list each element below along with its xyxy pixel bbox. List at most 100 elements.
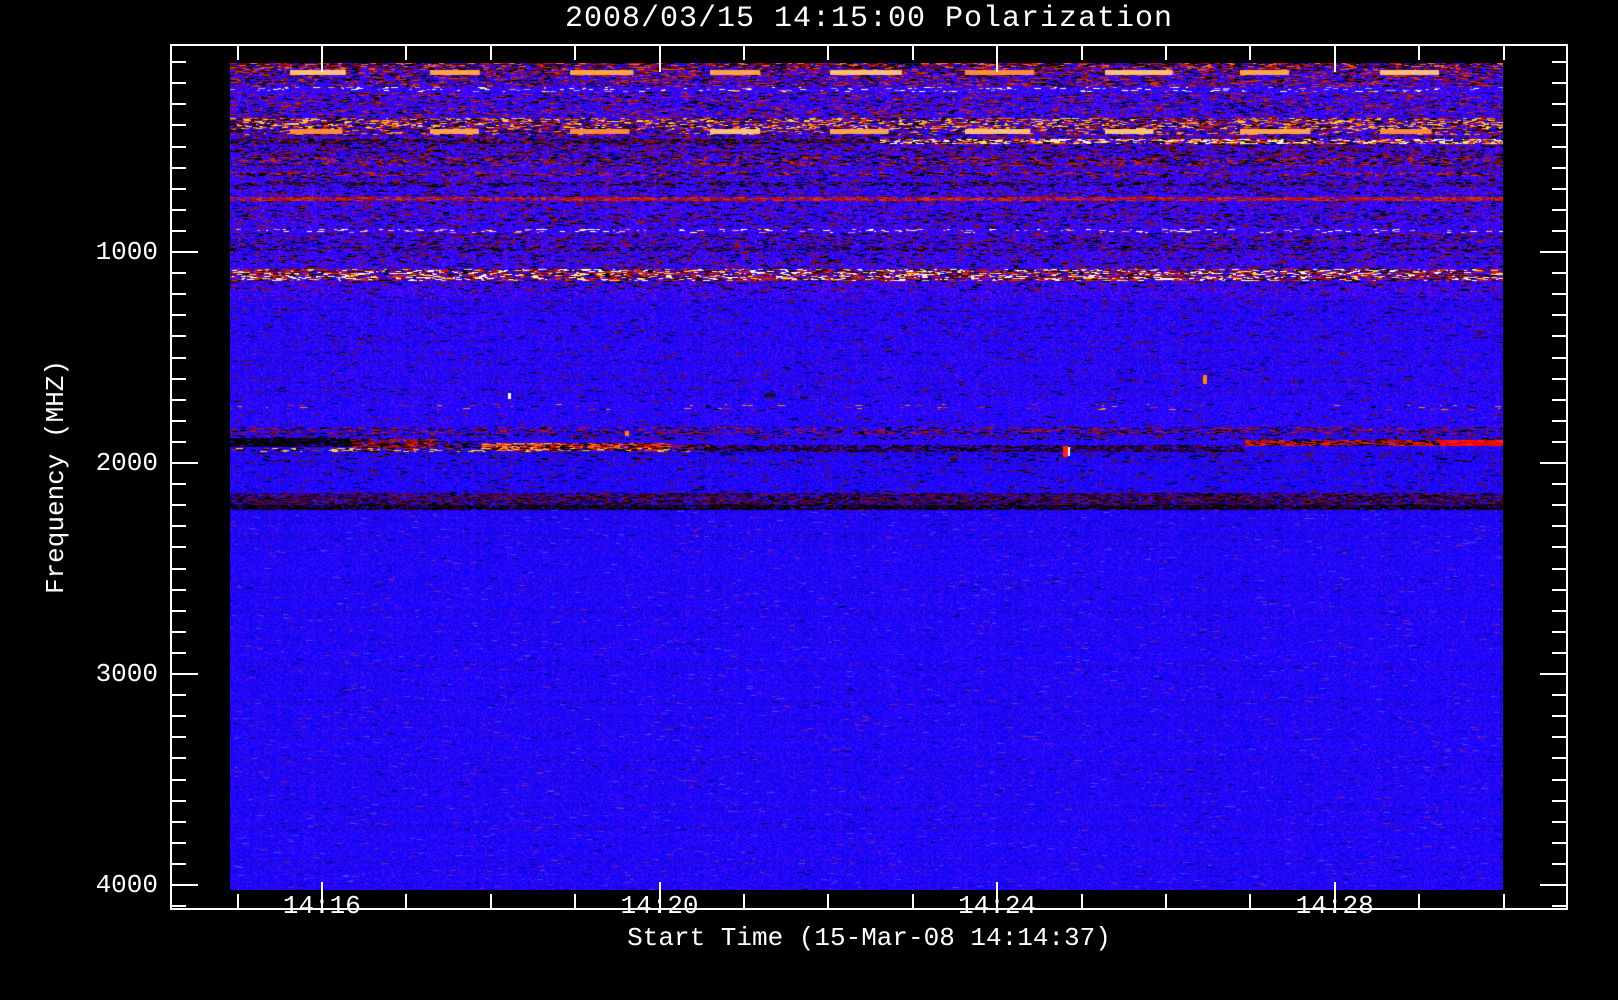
x-tick-label: 14:24 (958, 891, 1037, 921)
y-minor-tick (172, 124, 186, 127)
x-minor-tick-top (1164, 46, 1167, 60)
y-minor-tick (172, 820, 186, 823)
y-minor-tick (172, 440, 186, 443)
x-tick-label: 14:20 (620, 891, 699, 921)
x-minor-tick-top (742, 46, 745, 60)
x-minor-tick-top (405, 46, 408, 60)
x-minor-tick (1164, 894, 1167, 908)
y-minor-tick-right (1552, 799, 1566, 802)
x-minor-tick-top (911, 46, 914, 60)
y-minor-tick-right (1552, 905, 1566, 908)
spectrogram-canvas (230, 63, 1503, 890)
x-minor-tick (489, 894, 492, 908)
y-minor-tick-right (1552, 651, 1566, 654)
y-minor-tick-right (1552, 229, 1566, 232)
y-tick-label: 4000 (95, 870, 158, 900)
y-minor-tick-right (1552, 293, 1566, 296)
y-minor-tick (172, 145, 186, 148)
y-major-tick-right (1540, 462, 1566, 464)
y-minor-tick-right (1552, 757, 1566, 760)
x-major-tick-top (996, 46, 999, 72)
x-minor-tick-top (1418, 46, 1421, 60)
x-minor-tick-top (489, 46, 492, 60)
x-minor-tick (236, 894, 239, 908)
y-minor-tick (172, 356, 186, 359)
y-minor-tick (172, 187, 186, 190)
y-minor-tick-right (1552, 483, 1566, 486)
y-minor-tick-right (1552, 335, 1566, 338)
y-minor-tick-right (1552, 124, 1566, 127)
y-major-tick (172, 251, 198, 253)
y-minor-tick (172, 525, 186, 528)
x-minor-tick (827, 894, 830, 908)
y-minor-tick (172, 208, 186, 211)
x-minor-tick (1249, 894, 1252, 908)
y-minor-tick (172, 419, 186, 422)
y-minor-tick (172, 567, 186, 570)
y-minor-tick (172, 293, 186, 296)
y-minor-tick-right (1552, 208, 1566, 211)
y-minor-tick-right (1552, 715, 1566, 718)
y-minor-tick-right (1552, 398, 1566, 401)
x-major-tick-top (658, 46, 661, 72)
spectrogram-page: 2008/03/15 14:15:00 Polarization Frequen… (0, 0, 1618, 1000)
y-minor-tick-right (1552, 588, 1566, 591)
chart-title: 2008/03/15 14:15:00 Polarization (564, 2, 1174, 36)
y-minor-tick-right (1552, 778, 1566, 781)
x-minor-tick (405, 894, 408, 908)
y-minor-tick (172, 841, 186, 844)
y-minor-tick-right (1552, 546, 1566, 549)
y-tick-label: 3000 (95, 659, 158, 689)
y-minor-tick (172, 862, 186, 865)
y-minor-tick-right (1552, 61, 1566, 64)
x-minor-tick (911, 894, 914, 908)
y-minor-tick-right (1552, 103, 1566, 106)
x-minor-tick (1080, 894, 1083, 908)
y-minor-tick-right (1552, 567, 1566, 570)
y-minor-tick (172, 61, 186, 64)
y-minor-tick-right (1552, 694, 1566, 697)
y-minor-tick-right (1552, 272, 1566, 275)
y-minor-tick (172, 757, 186, 760)
y-minor-tick (172, 504, 186, 507)
y-minor-tick-right (1552, 820, 1566, 823)
y-minor-tick (172, 630, 186, 633)
y-tick-label: 2000 (95, 448, 158, 478)
x-minor-tick-top (827, 46, 830, 60)
x-major-tick-top (1333, 46, 1336, 72)
y-minor-tick-right (1552, 525, 1566, 528)
y-minor-tick-right (1552, 187, 1566, 190)
y-minor-tick-right (1552, 440, 1566, 443)
y-major-tick-right (1540, 673, 1566, 675)
y-minor-tick (172, 778, 186, 781)
y-minor-tick (172, 588, 186, 591)
x-minor-tick (742, 894, 745, 908)
y-minor-tick (172, 377, 186, 380)
x-minor-tick-top (1502, 46, 1505, 60)
x-minor-tick-top (236, 46, 239, 60)
y-major-tick (172, 884, 198, 886)
x-minor-tick (1418, 894, 1421, 908)
y-minor-tick (172, 335, 186, 338)
y-minor-tick-right (1552, 609, 1566, 612)
y-major-tick-right (1540, 251, 1566, 253)
y-minor-tick (172, 314, 186, 317)
y-minor-tick-right (1552, 736, 1566, 739)
y-minor-tick (172, 398, 186, 401)
y-major-tick-right (1540, 884, 1566, 886)
y-minor-tick (172, 483, 186, 486)
x-minor-tick-top (1249, 46, 1252, 60)
y-minor-tick-right (1552, 82, 1566, 85)
y-minor-tick (172, 651, 186, 654)
y-minor-tick (172, 166, 186, 169)
y-minor-tick (172, 82, 186, 85)
x-minor-tick (574, 894, 577, 908)
x-minor-tick (1502, 894, 1505, 908)
y-minor-tick (172, 229, 186, 232)
y-tick-label: 1000 (95, 237, 158, 267)
y-minor-tick-right (1552, 356, 1566, 359)
y-minor-tick-right (1552, 314, 1566, 317)
x-tick-label: 14:28 (1295, 891, 1374, 921)
x-tick-label: 14:16 (282, 891, 361, 921)
x-minor-tick-top (1080, 46, 1083, 60)
